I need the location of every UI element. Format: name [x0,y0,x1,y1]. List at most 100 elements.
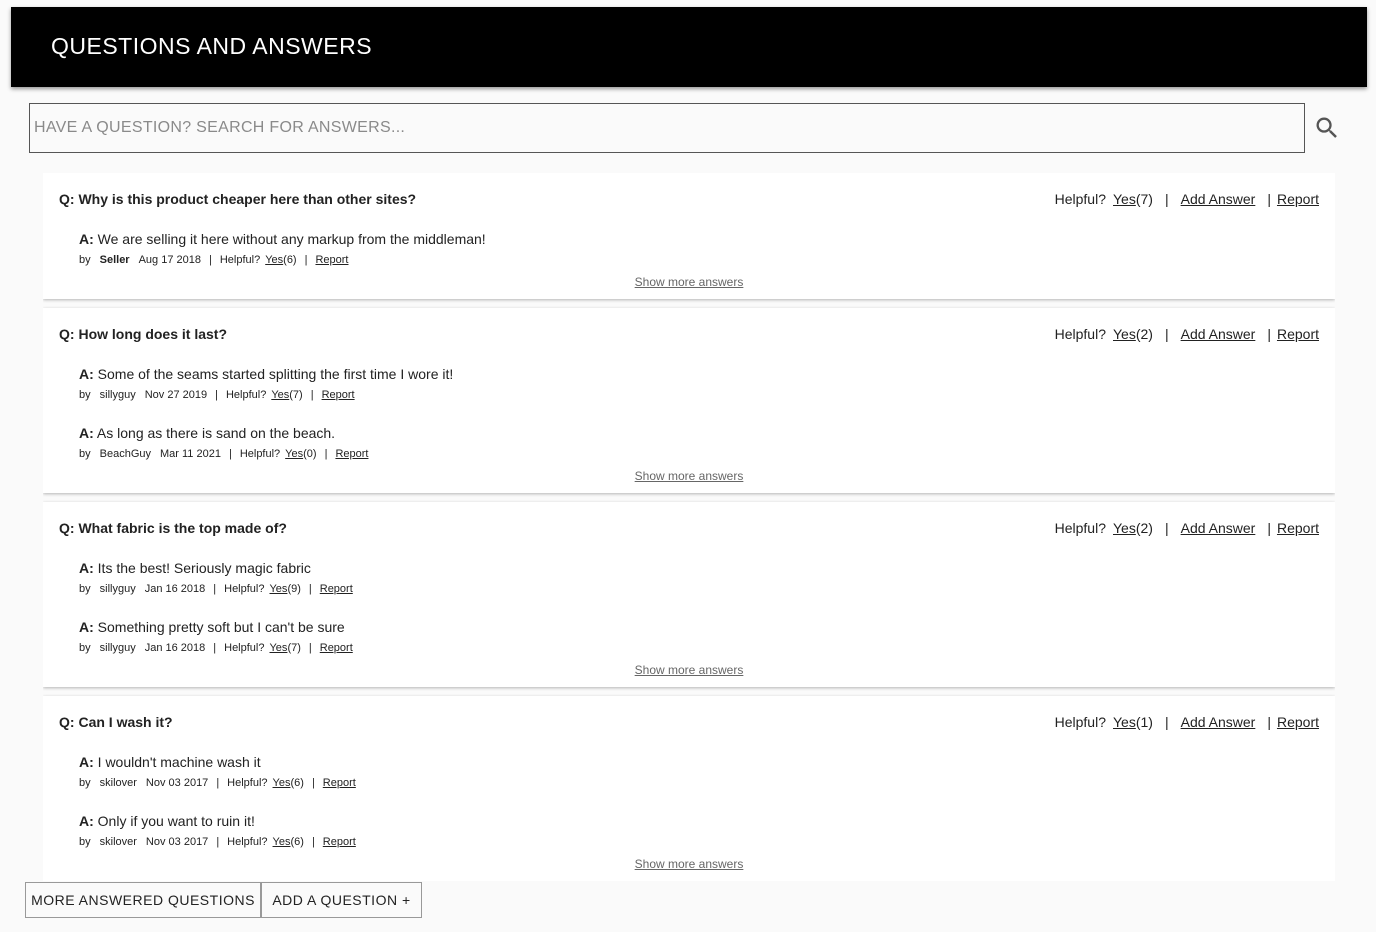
by-label: by [79,583,91,595]
add-answer-link[interactable]: Add Answer [1181,520,1256,536]
question-helpful-yes-link[interactable]: Yes [1113,191,1136,207]
add-question-button[interactable]: ADD A QUESTION + [261,882,422,918]
divider: | [1164,191,1169,207]
show-more-answers-link[interactable]: Show more answers [59,275,1319,289]
question-helpful-yes-link[interactable]: Yes [1113,326,1136,342]
divider: | [1267,520,1271,536]
answer-item: A: Something pretty soft but I can't be … [79,617,1319,656]
answer-helpful-vote: Yes(7) [269,640,300,656]
question-helpful-yes-link[interactable]: Yes [1113,520,1136,536]
question-body: What fabric is the top made of? [78,520,287,536]
question-helpful-yes-link[interactable]: Yes [1113,714,1136,730]
answer-meta: by skilover Nov 03 2017 | Helpful? Yes(6) | Rep… [79,775,1319,791]
question-helpful-vote: Yes(1) [1113,714,1153,730]
by-label: by [79,777,91,789]
answer-item: A: Only if you want to ruin it! by skilove… [79,811,1319,850]
answer-helpful-count: (7) [287,642,301,654]
report-answer-link[interactable]: Report [315,252,348,268]
divider: | [208,254,212,266]
by-label: by [79,642,91,654]
answer-helpful-count: (6) [283,254,297,266]
add-answer-link[interactable]: Add Answer [1181,191,1256,207]
divider: | [310,389,314,401]
answer-text: A: Only if you want to ruin it! [79,811,1319,831]
answer-author: sillyguy [99,642,136,654]
answer-helpful-yes-link[interactable]: Yes [271,389,289,401]
divider: | [308,583,312,595]
question-helpful-count: (2) [1135,326,1153,342]
report-answer-link[interactable]: Report [320,640,353,656]
report-answer-link[interactable]: Report [322,387,355,403]
divider: | [215,389,218,401]
add-answer-link[interactable]: Add Answer [1181,326,1256,342]
answer-date: Nov 27 2019 [144,389,208,401]
question-prefix: Q: [59,714,75,730]
by-label: by [79,448,91,460]
answer-helpful-yes-link[interactable]: Yes [273,836,291,848]
divider: | [1267,714,1271,730]
answer-item: A: Its the best! Seriously magic fabric b… [79,558,1319,597]
divider: | [1164,520,1169,536]
report-question-link[interactable]: Report [1277,714,1319,730]
divider: | [308,642,312,654]
question-row: Q: How long does it last? Helpful? Yes(2) |… [59,324,1319,344]
answer-text: A: Something pretty soft but I can't be … [79,617,1319,637]
answer-prefix: A: [79,754,94,770]
show-more-answers-link[interactable]: Show more answers [59,857,1319,871]
helpful-label: Helpful? [225,389,267,401]
answer-date: Nov 03 2017 [145,836,209,848]
divider: | [1164,326,1169,342]
answer-body: We are selling it here without any marku… [97,231,486,247]
report-answer-link[interactable]: Report [323,834,356,850]
question-actions: Helpful? Yes(7) | Add Answer | Report [1055,191,1319,207]
helpful-label: Helpful? [224,642,265,654]
answer-body: Something pretty soft but I can't be sur… [97,619,345,635]
questions-list: Q: Why is this product cheaper here than… [43,173,1335,881]
answer-text: A: Some of the seams started splitting t… [79,364,1319,384]
report-question-link[interactable]: Report [1277,520,1319,536]
question-helpful-count: (2) [1135,520,1153,536]
answer-helpful-yes-link[interactable]: Yes [265,254,283,266]
show-more-answers-link[interactable]: Show more answers [59,469,1319,483]
question-helpful-vote: Yes(2) [1113,326,1153,342]
search-input[interactable] [29,103,1305,153]
page-header: QUESTIONS AND ANSWERS [11,7,1367,87]
answer-helpful-yes-link[interactable]: Yes [269,583,287,595]
show-more-answers-link[interactable]: Show more answers [59,663,1319,677]
answer-helpful-vote: Yes(9) [269,581,300,597]
answer-author: sillyguy [99,583,136,595]
question-body: How long does it last? [78,326,228,342]
answer-helpful-vote: Yes(0) [285,446,316,462]
divider: | [311,836,315,848]
answer-prefix: A: [79,231,94,247]
answer-item: A: Some of the seams started splitting t… [79,364,1319,403]
helpful-label: Helpful? [239,448,281,460]
add-answer-link[interactable]: Add Answer [1181,714,1256,730]
search-button[interactable] [1313,114,1341,142]
answer-meta: by sillyguy Jan 16 2018 | Helpful? Yes(7) | Rep… [79,640,1319,656]
answer-helpful-yes-link[interactable]: Yes [285,448,303,460]
report-question-link[interactable]: Report [1277,326,1319,342]
question-row: Q: What fabric is the top made of? Helpfu… [59,518,1319,538]
answer-helpful-count: (6) [290,836,304,848]
answer-helpful-yes-link[interactable]: Yes [273,777,291,789]
report-question-link[interactable]: Report [1277,191,1319,207]
report-answer-link[interactable]: Report [323,775,356,791]
question-text: Q: How long does it last? [59,326,227,342]
report-answer-link[interactable]: Report [335,446,368,462]
report-answer-link[interactable]: Report [320,581,353,597]
answer-author: sillyguy [99,389,136,401]
question-body: Can I wash it? [78,714,173,730]
answer-helpful-count: (0) [303,448,317,460]
answer-helpful-yes-link[interactable]: Yes [269,642,287,654]
answer-author: skilover [99,836,137,848]
page-title: QUESTIONS AND ANSWERS [51,33,373,59]
answer-text: A: As long as there is sand on the beach… [79,423,1319,443]
answer-date: Nov 03 2017 [145,777,209,789]
divider: | [216,836,220,848]
answer-meta: by skilover Nov 03 2017 | Helpful? Yes(6) | Rep… [79,834,1319,850]
more-answered-questions-button[interactable]: MORE ANSWERED QUESTIONS [25,882,261,918]
answer-date: Jan 16 2018 [144,583,206,595]
helpful-label: Helpful? [1054,520,1106,536]
answer-helpful-count: (6) [290,777,304,789]
